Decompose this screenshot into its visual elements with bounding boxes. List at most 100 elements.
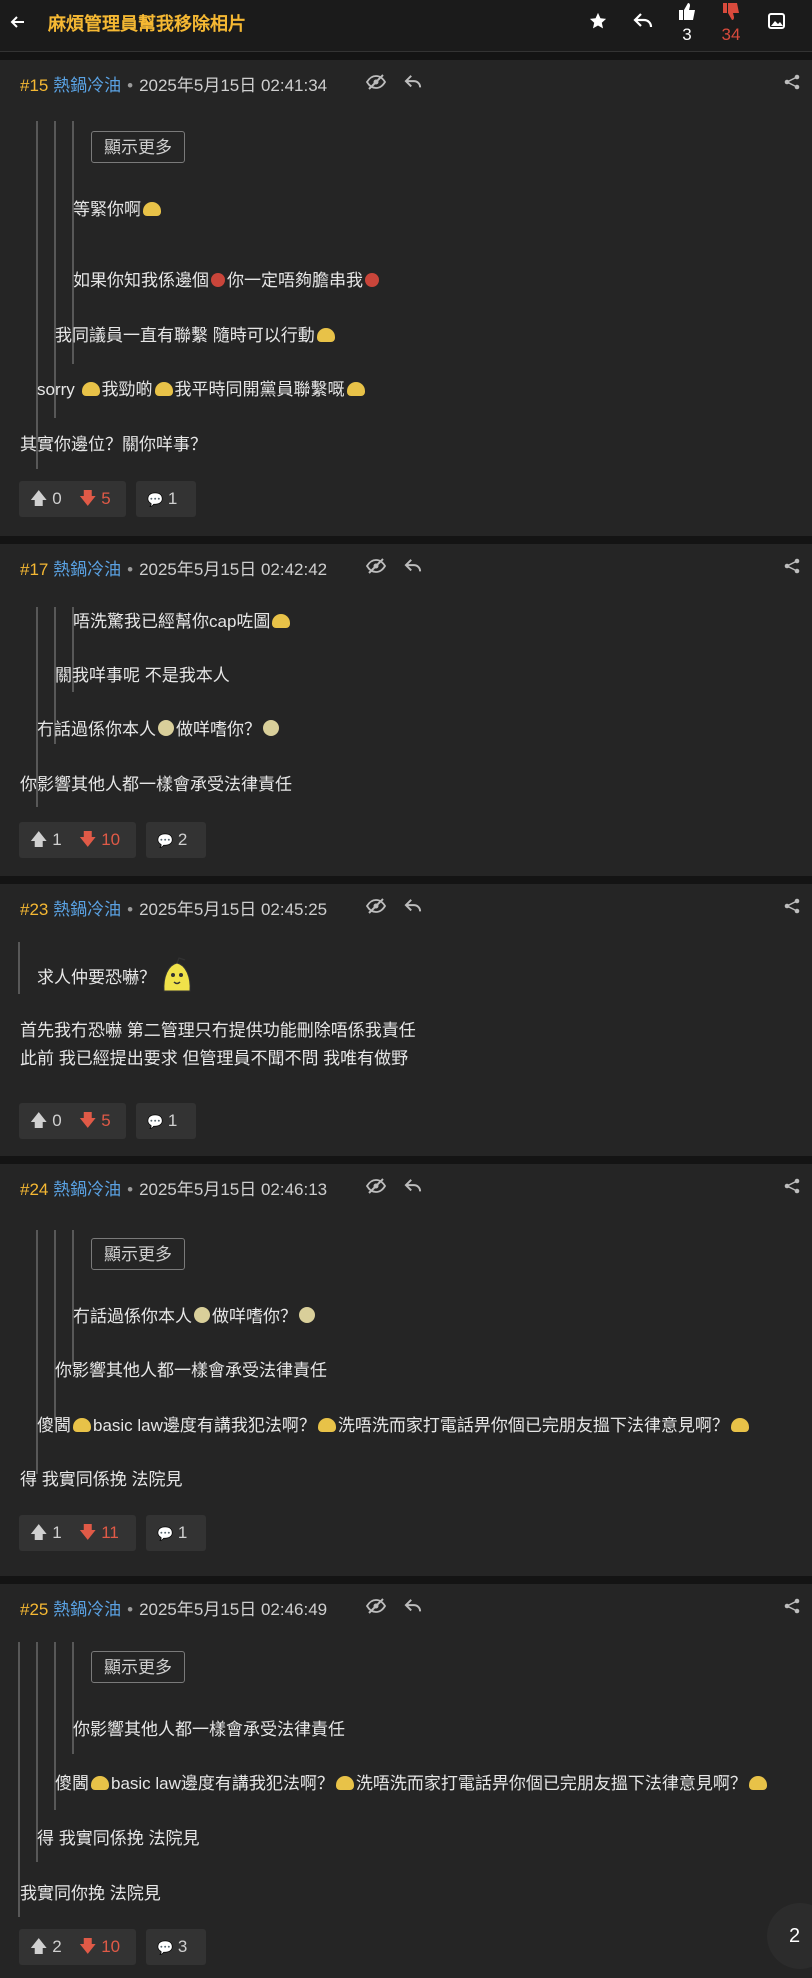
post-body: 首先我冇恐嚇 第二管理只冇提供功能刪除唔係我責任 — [20, 1021, 416, 1040]
thumbs-down-icon[interactable] — [719, 3, 743, 23]
post-date: 2025年5月15日 02:45:25 — [139, 900, 328, 919]
downvote-button[interactable]: 🡇 10 — [79, 822, 120, 858]
share-icon[interactable] — [784, 558, 806, 582]
username[interactable]: 熱鍋冷油 — [53, 1180, 121, 1199]
hide-icon[interactable] — [364, 1178, 388, 1202]
post-body: 得 我實同係挽 法院見 — [20, 1470, 183, 1489]
emoji-icon — [158, 720, 174, 736]
comment-button[interactable]: 💬 1 — [136, 481, 196, 517]
upvote-button[interactable]: 🡅 0 — [30, 481, 62, 517]
hide-icon[interactable] — [364, 558, 388, 582]
reply-icon[interactable] — [401, 898, 425, 922]
arrow-up-icon: 🡅 — [30, 1111, 48, 1130]
emoji-icon — [346, 382, 365, 396]
quote-bar — [18, 942, 20, 994]
hide-icon[interactable] — [364, 1598, 388, 1622]
comment-button[interactable]: 💬 1 — [146, 1515, 206, 1551]
upvote-button[interactable]: 🡅 2 — [30, 1929, 62, 1965]
comment-button[interactable]: 💬 1 — [136, 1103, 196, 1139]
post-17: #17 熱鍋冷油 • 2025年5月15日 02:42:42 唔洗驚我已經幫你cap… — [0, 544, 812, 876]
username[interactable]: 熱鍋冷油 — [53, 900, 121, 919]
emoji-icon — [81, 382, 100, 396]
post-15: #15 熱鍋冷油 • 2025年5月15日 02:41:34 顯示更多 等緊你啊 如… — [0, 60, 812, 536]
username[interactable]: 熱鍋冷油 — [53, 560, 121, 579]
upvote-button[interactable]: 🡅 1 — [30, 822, 62, 858]
reply-icon[interactable] — [401, 558, 425, 582]
divider — [0, 1576, 812, 1584]
share-icon[interactable] — [784, 1598, 806, 1622]
comment-button[interactable]: 💬 3 — [146, 1929, 206, 1965]
show-more-button[interactable]: 顯示更多 — [91, 1651, 185, 1683]
image-icon[interactable] — [765, 13, 787, 35]
comment-icon: 💬 — [147, 492, 164, 507]
vote-box: 🡅 0 🡇 5 — [19, 1103, 126, 1139]
dislike-count: 34 — [721, 25, 741, 44]
post-number[interactable]: #25 — [20, 1600, 48, 1619]
back-arrow-icon[interactable] — [6, 10, 30, 38]
emoji-icon — [335, 1776, 354, 1790]
quote-text: 唔洗驚我已經幫你cap咗圖 — [73, 610, 292, 634]
show-more-button[interactable]: 顯示更多 — [91, 1238, 185, 1270]
quote-text: 如果你知我係邊個 你一定唔夠膽串我 — [73, 269, 381, 293]
emoji-icon — [154, 382, 173, 396]
quote-text: 冇話過係你本人 做咩嗜你？ — [73, 1305, 317, 1329]
show-more-button[interactable]: 顯示更多 — [91, 131, 185, 163]
emoji-icon — [317, 1418, 336, 1432]
downvote-button[interactable]: 🡇 5 — [79, 481, 111, 517]
quote-text: 你影響其他人都一樣會承受法律責任 — [55, 1361, 327, 1380]
post-number[interactable]: #24 — [20, 1180, 48, 1199]
emoji-icon — [365, 273, 379, 287]
arrow-down-icon: 🡇 — [79, 1111, 97, 1130]
post-body: 我實同你挽 法院見 — [20, 1884, 161, 1903]
arrow-down-icon: 🡇 — [79, 489, 97, 508]
reply-icon[interactable] — [401, 1598, 425, 1622]
post-number[interactable]: #17 — [20, 560, 48, 579]
quote-text: 你影響其他人都一樣會承受法律責任 — [73, 1720, 345, 1739]
divider — [0, 52, 812, 60]
divider — [0, 536, 812, 544]
star-icon[interactable] — [587, 12, 609, 36]
reply-icon[interactable] — [631, 12, 655, 36]
downvote-button[interactable]: 🡇 10 — [79, 1929, 120, 1965]
like-count: 3 — [682, 25, 692, 44]
post-number[interactable]: #15 — [20, 76, 48, 95]
post-meta: #25 熱鍋冷油 • 2025年5月15日 02:46:49 — [20, 1600, 328, 1619]
quote-text: 關我咩事呢 不是我本人 — [55, 666, 230, 685]
emoji-icon — [194, 1307, 210, 1323]
emoji-icon — [299, 1307, 315, 1323]
thumbs-up-icon[interactable] — [675, 3, 699, 23]
username[interactable]: 熱鍋冷油 — [53, 76, 121, 95]
quote-bar — [54, 121, 56, 418]
vote-box: 🡅 0 🡇 5 — [19, 481, 126, 517]
post-number[interactable]: #23 — [20, 900, 48, 919]
quote-text: sorry 我勁啲 我平時同開黨員聯繫嘅 — [37, 378, 367, 402]
vote-box: 🡅 1 🡇 10 — [19, 822, 136, 858]
emoji-icon — [91, 1776, 109, 1790]
post-meta: #17 熱鍋冷油 • 2025年5月15日 02:42:42 — [20, 560, 328, 579]
comment-icon: 💬 — [157, 1940, 174, 1955]
comment-icon: 💬 — [147, 1114, 164, 1129]
upvote-button[interactable]: 🡅 1 — [30, 1515, 62, 1551]
reply-icon[interactable] — [401, 74, 425, 98]
quote-text: 得 我實同係挽 法院見 — [37, 1829, 200, 1848]
comment-button[interactable]: 💬 2 — [146, 822, 206, 858]
emoji-icon — [730, 1418, 749, 1432]
post-23: #23 熱鍋冷油 • 2025年5月15日 02:45:25 求人仲要恐嚇？ 首先我… — [0, 884, 812, 1156]
share-icon[interactable] — [784, 898, 806, 922]
downvote-button[interactable]: 🡇 11 — [79, 1515, 119, 1551]
hide-icon[interactable] — [364, 74, 388, 98]
vote-box: 🡅 1 🡇 11 — [19, 1515, 136, 1551]
quote-bar — [36, 121, 38, 469]
post-date: 2025年5月15日 02:46:13 — [139, 1180, 328, 1199]
username[interactable]: 熱鍋冷油 — [53, 1600, 121, 1619]
comment-icon: 💬 — [157, 833, 174, 848]
share-icon[interactable] — [784, 74, 806, 98]
share-icon[interactable] — [784, 1178, 806, 1202]
emoji-icon — [73, 1418, 91, 1432]
reply-icon[interactable] — [401, 1178, 425, 1202]
arrow-up-icon: 🡅 — [30, 830, 48, 849]
downvote-button[interactable]: 🡇 5 — [79, 1103, 111, 1139]
post-meta: #15 熱鍋冷油 • 2025年5月15日 02:41:34 — [20, 76, 328, 95]
hide-icon[interactable] — [364, 898, 388, 922]
upvote-button[interactable]: 🡅 0 — [30, 1103, 62, 1139]
